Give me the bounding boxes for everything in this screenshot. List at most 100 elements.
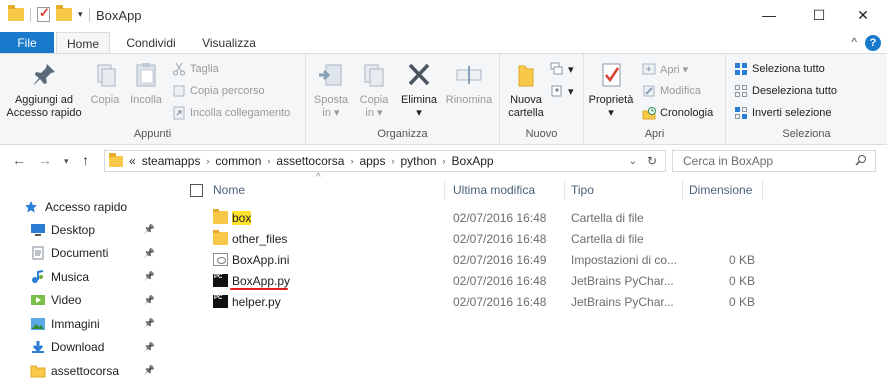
breadcrumb-assettocorsa[interactable]: assettocorsa — [276, 154, 344, 168]
edit-button[interactable]: Modifica — [642, 84, 701, 98]
nav-item-video[interactable]: Video 📌 — [0, 289, 165, 312]
maximize-button[interactable]: ☐ — [796, 0, 842, 30]
breadcrumb-separator[interactable]: › — [267, 156, 270, 166]
tab-view[interactable]: Visualizza — [194, 32, 264, 54]
breadcrumb-separator[interactable]: › — [350, 156, 353, 166]
customize-toolbar-icon[interactable]: ▾ — [78, 9, 83, 20]
nav-item-label: Immagini — [51, 316, 100, 331]
folder-icon — [213, 209, 228, 224]
pin-icon[interactable]: 📌 — [144, 365, 155, 376]
navigation-pane: Accesso rapido Desktop 📌 Documenti 📌 Musica 📌… — [0, 178, 170, 380]
copy-to-button[interactable]: Copia in ▾ — [354, 60, 394, 120]
delete-button[interactable]: Elimina ▾ — [398, 60, 440, 120]
file-row[interactable]: PC helper.py 02/07/2016 16:48 JetBrains PyC… — [180, 292, 880, 313]
breadcrumb-separator[interactable]: › — [391, 156, 394, 166]
nav-item-musica[interactable]: Musica 📌 — [0, 265, 165, 288]
select-none-button[interactable]: Deseleziona tutto — [734, 84, 837, 98]
close-button[interactable]: ✕ — [840, 0, 886, 30]
breadcrumb-separator[interactable]: › — [443, 156, 446, 166]
breadcrumb-separator[interactable]: › — [206, 156, 209, 166]
column-size[interactable]: Dimensione — [689, 178, 752, 202]
tab-share[interactable]: Condividi — [116, 32, 186, 54]
invert-selection-label: Inverti selezione — [752, 107, 832, 119]
collapse-ribbon-icon[interactable]: ^ — [851, 35, 857, 49]
back-arrow-icon[interactable]: ← — [12, 152, 26, 168]
column-modified[interactable]: Ultima modifica — [453, 178, 535, 202]
file-row[interactable]: PC BoxApp.py 02/07/2016 16:48 JetBrains PyC… — [180, 271, 880, 292]
file-name[interactable]: box — [232, 211, 252, 225]
file-name[interactable]: helper.py — [232, 295, 281, 309]
new-folder-icon[interactable] — [56, 5, 72, 21]
pin-icon[interactable]: 📌 — [144, 271, 155, 282]
easy-access-button[interactable]: ▾ — [550, 84, 574, 98]
open-label: Apri ▾ — [660, 63, 689, 76]
refresh-icon[interactable]: ↻ — [647, 154, 657, 168]
select-all-button[interactable]: Seleziona tutto — [734, 62, 825, 76]
new-folder-button[interactable]: Nuova cartella — [504, 60, 548, 120]
nav-item-immagini[interactable]: Immagini 📌 — [0, 312, 165, 335]
copy-path-button[interactable]: Copia percorso — [172, 84, 265, 98]
open-button[interactable]: Apri ▾ — [642, 62, 688, 76]
file-name[interactable]: other_files — [232, 232, 287, 246]
history-icon — [642, 106, 656, 120]
column-divider[interactable] — [444, 180, 445, 200]
copy-button[interactable]: Copia — [88, 60, 122, 107]
column-divider[interactable] — [762, 180, 763, 200]
forward-arrow-icon[interactable]: → — [38, 152, 52, 168]
properties-button[interactable]: Proprietà ▾ — [586, 60, 636, 120]
invert-selection-button[interactable]: Inverti selezione — [734, 106, 832, 120]
rename-button[interactable]: Rinomina — [442, 60, 496, 107]
file-row[interactable]: BoxApp.ini 02/07/2016 16:49 Impostazioni d… — [180, 250, 880, 271]
tab-file[interactable]: File — [0, 32, 54, 54]
new-item-icon — [550, 62, 564, 76]
nav-item-download[interactable]: Download 📌 — [0, 336, 165, 359]
properties-icon[interactable] — [37, 5, 50, 22]
properties-icon — [596, 60, 626, 90]
checkbox-icon — [190, 183, 203, 197]
nav-item-documenti[interactable]: Documenti 📌 — [0, 242, 165, 265]
pin-quick-access-button[interactable]: Aggiungi ad Accesso rapido — [4, 60, 84, 120]
up-arrow-icon[interactable]: ↑ — [82, 152, 89, 168]
history-button[interactable]: Cronologia — [642, 106, 713, 120]
minimize-button[interactable]: — — [746, 0, 792, 30]
new-item-button[interactable]: ▾ — [550, 62, 574, 76]
group-label-clipboard: Appunti — [133, 128, 172, 140]
pin-icon[interactable]: 📌 — [144, 318, 155, 329]
file-name[interactable]: BoxApp.py — [232, 274, 290, 288]
breadcrumb-boxapp[interactable]: BoxApp — [452, 154, 494, 168]
breadcrumb-python[interactable]: python — [400, 154, 436, 168]
file-row[interactable]: other_files 02/07/2016 16:48 Cartella di f… — [180, 229, 880, 250]
pin-icon[interactable]: 📌 — [144, 342, 155, 353]
select-all-checkbox[interactable] — [190, 178, 203, 202]
rename-label: Rinomina — [445, 94, 493, 106]
search-input[interactable]: Cerca in BoxApp — [672, 150, 876, 172]
address-bar[interactable]: « steamapps › common › assettocorsa › ap… — [104, 150, 666, 172]
nav-item-desktop[interactable]: Desktop 📌 — [0, 218, 165, 241]
address-dropdown-icon[interactable]: ⌄ — [629, 156, 637, 167]
recent-locations-icon[interactable]: ▾ — [64, 156, 69, 167]
pin-icon[interactable]: 📌 — [144, 224, 155, 235]
pin-icon[interactable]: 📌 — [144, 295, 155, 306]
breadcrumb-apps[interactable]: apps — [359, 154, 385, 168]
cut-button[interactable]: Taglia — [172, 62, 219, 76]
copy-to-label-line1: Copia — [359, 94, 389, 106]
file-name[interactable]: BoxApp.ini — [232, 253, 289, 267]
paste-button[interactable]: Incolla — [126, 60, 166, 107]
breadcrumb-common[interactable]: common — [215, 154, 261, 168]
breadcrumb-steamapps[interactable]: steamapps — [142, 154, 201, 168]
nav-item-assettocorsa[interactable]: assettocorsa 📌 — [0, 359, 165, 380]
file-row[interactable]: box 02/07/2016 16:48 Cartella di file — [180, 208, 880, 229]
column-divider[interactable] — [564, 180, 565, 200]
move-to-button[interactable]: Sposta in ▾ — [310, 60, 352, 120]
file-list: ^ Nome Ultima modifica Tipo Dimensione b… — [180, 172, 880, 380]
breadcrumb-overflow[interactable]: « — [129, 154, 136, 168]
column-name[interactable]: Nome — [213, 178, 245, 202]
tab-home[interactable]: Home — [56, 32, 110, 54]
column-type[interactable]: Tipo — [571, 178, 594, 202]
help-icon[interactable]: ? — [865, 35, 881, 51]
pin-icon[interactable]: 📌 — [144, 248, 155, 259]
pin-label-line2: Accesso rapido — [6, 107, 82, 119]
column-divider[interactable] — [682, 180, 683, 200]
paste-shortcut-button[interactable]: Incolla collegamento — [172, 106, 290, 120]
nav-quick-access[interactable]: Accesso rapido — [24, 195, 189, 218]
